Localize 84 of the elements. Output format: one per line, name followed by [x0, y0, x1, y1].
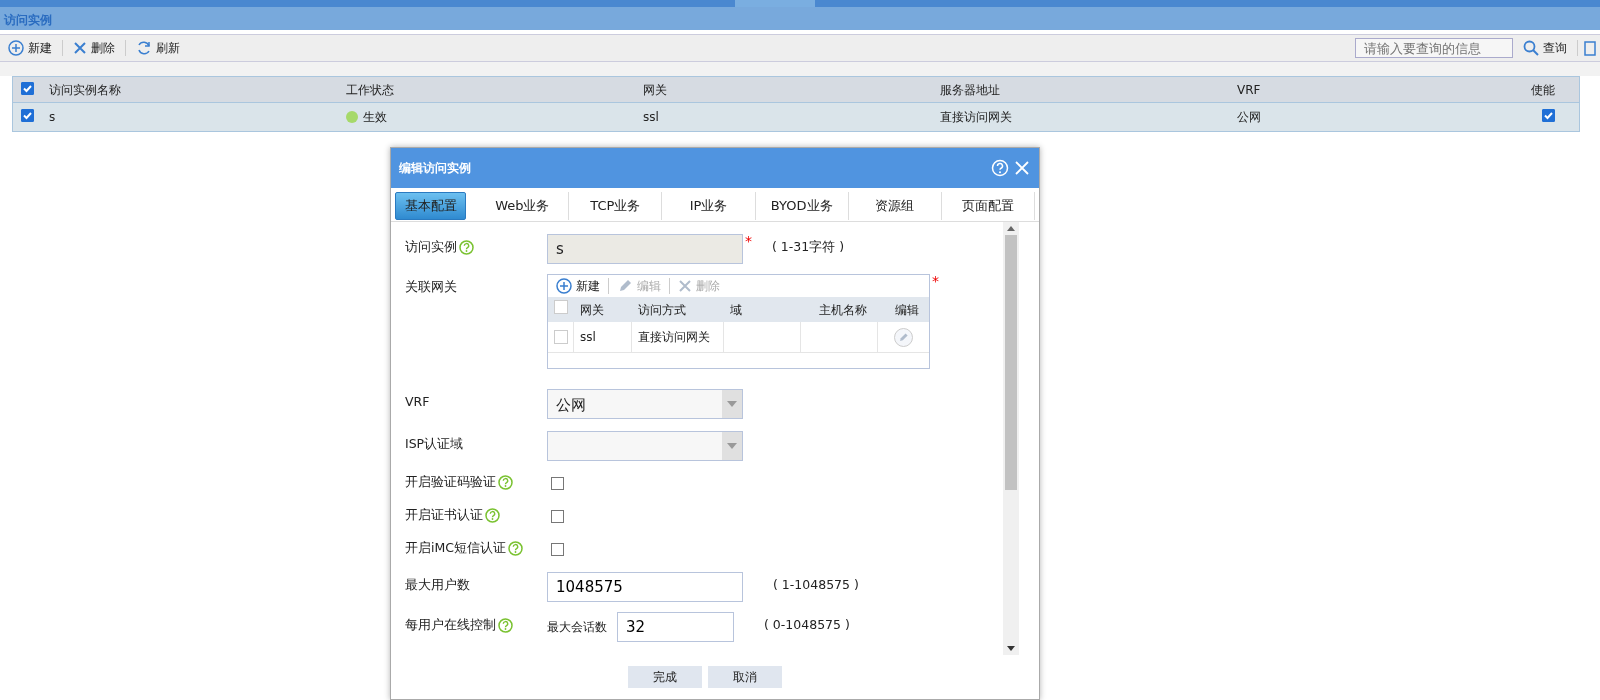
field-label: ISP认证域 [405, 435, 464, 453]
field-label: 关联网关 [405, 278, 457, 296]
scrollbar-thumb[interactable] [1005, 235, 1017, 490]
top-tab[interactable] [735, 0, 815, 7]
field-label: 开启证书认证 [405, 506, 483, 524]
scroll-up-icon [1007, 226, 1015, 231]
search-field[interactable]: 请输入要查询的信息 [1355, 38, 1513, 58]
edit-button[interactable] [894, 327, 913, 347]
help-icon [485, 507, 500, 523]
column-header: VRF [1237, 81, 1262, 99]
tab[interactable]: IP业务 [662, 191, 756, 220]
column-header: 服务器地址 [940, 81, 1001, 99]
dialog-title: 编辑访问实例 [399, 160, 471, 177]
tab[interactable]: 页面配置 [941, 191, 1035, 220]
text-field[interactable]: 32 [617, 612, 734, 642]
refresh-button[interactable]: 刷新 [132, 39, 184, 57]
table-cell-text: ssl [643, 109, 660, 126]
cross-icon [678, 279, 692, 293]
field-label: 每用户在线控制 [405, 616, 496, 634]
table-cell-text: ssl [580, 329, 596, 346]
delete-button[interactable]: 删除 [69, 39, 119, 57]
row-checkbox[interactable] [21, 109, 34, 122]
scroll-down-icon [1007, 646, 1015, 651]
plus-icon [8, 40, 24, 56]
field-label: 最大用户数 [405, 576, 470, 594]
checkbox[interactable] [551, 510, 564, 523]
select-all-checkbox[interactable] [21, 81, 34, 95]
checkbox[interactable] [551, 543, 564, 556]
close-icon [1013, 159, 1031, 177]
checkbox[interactable] [554, 300, 568, 314]
column-header: 域 [729, 301, 743, 319]
field-label: 开启验证码验证 [405, 473, 496, 491]
hint-text: ( 1-1048575 ) [772, 576, 859, 594]
select-field[interactable] [547, 431, 743, 461]
plus-icon [556, 278, 572, 294]
help-icon [459, 239, 474, 255]
refresh-icon [136, 40, 152, 56]
field-label: VRF [405, 393, 430, 411]
column-header: 工作状态 [346, 81, 395, 99]
table-cell-text: 直接访问网关 [638, 329, 710, 346]
cancel-button[interactable]: 取消 [708, 666, 782, 688]
checkbox[interactable] [554, 330, 568, 344]
table-cell-text: s [49, 109, 57, 126]
add-button[interactable]: 新建 [4, 39, 56, 57]
required-mark: * [745, 234, 752, 248]
tab[interactable]: BYOD业务 [755, 191, 849, 220]
text-field[interactable]: 1048575 [547, 572, 743, 602]
caret-icon [727, 401, 737, 407]
pencil-icon [898, 331, 909, 343]
column-header: 编辑 [893, 301, 920, 319]
table-cell-text: 公网 [1237, 109, 1262, 126]
select-field[interactable]: 公网 [547, 389, 743, 419]
table-cell-text: 生效 [363, 109, 387, 126]
tab[interactable]: 基本配置 [395, 191, 467, 220]
checkbox[interactable] [551, 477, 564, 490]
pencil-icon [617, 278, 633, 294]
enable-checkbox[interactable] [1542, 109, 1555, 122]
field-label: 开启iMC短信认证 [405, 539, 506, 557]
finish-button[interactable]: 完成 [628, 666, 702, 688]
column-header: 网关 [643, 81, 668, 99]
add-button[interactable]: 新建 [552, 277, 604, 295]
column-header: 使能 [1530, 81, 1556, 99]
table-cell-text: 直接访问网关 [940, 109, 1013, 126]
column-header: 网关 [579, 301, 605, 319]
tab[interactable]: 资源组 [848, 191, 942, 220]
cross-icon [73, 41, 87, 55]
help-icon [508, 540, 523, 556]
tab[interactable]: Web业务 [476, 191, 570, 220]
hint-text: ( 1-31字符 ) [771, 238, 845, 256]
field-label: 最大会话数 [547, 619, 607, 636]
column-header: 主机名称 [817, 301, 868, 319]
scrollbar[interactable] [1003, 222, 1019, 655]
help-icon [991, 159, 1009, 177]
help-icon [498, 617, 513, 633]
help-icon [498, 474, 513, 490]
column-header: 访问方式 [637, 301, 687, 319]
tab[interactable]: TCP业务 [569, 191, 663, 220]
column-header: 访问实例名称 [49, 81, 122, 99]
search-icon [1523, 40, 1539, 56]
query-button[interactable]: 查询 [1519, 39, 1571, 57]
field-label: 访问实例 [405, 238, 457, 256]
hint-text: ( 0-1048575 ) [763, 616, 850, 634]
required-mark: * [932, 274, 939, 288]
caret-icon [727, 443, 737, 449]
